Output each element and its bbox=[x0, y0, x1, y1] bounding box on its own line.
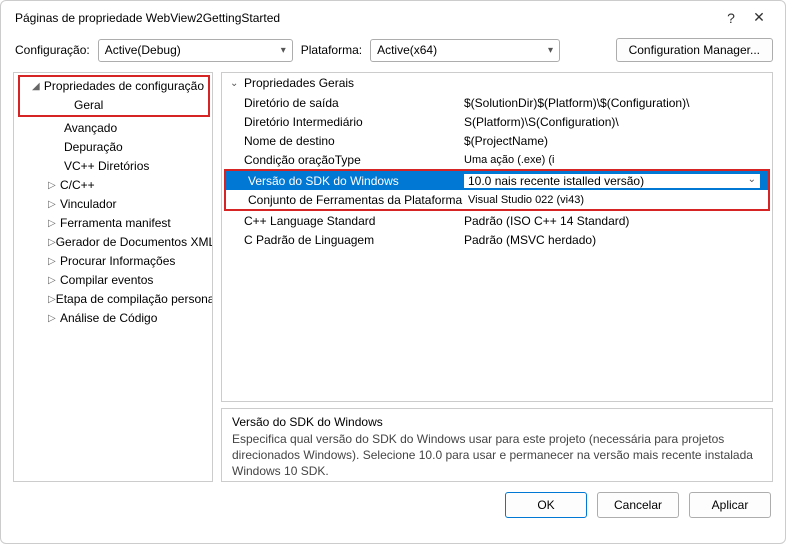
prop-row-sdkversion[interactable]: Versão do SDK do Windows 10.0 nais recen… bbox=[226, 171, 768, 190]
chevron-down-icon: ▾ bbox=[548, 45, 553, 56]
description-title: Versão do SDK do Windows bbox=[232, 415, 762, 429]
expand-icon[interactable]: ▷ bbox=[48, 196, 60, 213]
tree-item-linker[interactable]: ▷Vinculador bbox=[14, 195, 212, 214]
expand-icon[interactable]: ▷ bbox=[48, 310, 60, 327]
tree-item-codeanalysis[interactable]: ▷Análise de Código bbox=[14, 309, 212, 328]
tree-item-vcdirs[interactable]: VC++ Diretórios bbox=[14, 157, 212, 176]
dialog-footer: OK Cancelar Aplicar bbox=[1, 482, 785, 530]
config-combo-value: Active(Debug) bbox=[105, 43, 181, 57]
collapse-icon[interactable]: ◢ bbox=[32, 78, 44, 95]
tree-item-avancado[interactable]: Avançado bbox=[14, 119, 212, 138]
cancel-button[interactable]: Cancelar bbox=[597, 492, 679, 518]
group-header[interactable]: ⌄ Propriedades Gerais bbox=[222, 73, 772, 93]
prop-row-targetname[interactable]: Nome de destino $(ProjectName) bbox=[222, 131, 772, 150]
tree-item-geral[interactable]: Geral bbox=[24, 96, 208, 115]
configuration-manager-button[interactable]: Configuration Manager... bbox=[616, 38, 773, 62]
tree-item-cpp[interactable]: ▷C/C++ bbox=[14, 176, 212, 195]
expand-icon[interactable]: ▷ bbox=[48, 234, 56, 251]
expand-icon[interactable]: ▷ bbox=[48, 177, 60, 194]
prop-row-outdir[interactable]: Diretório de saída $(SolutionDir)$(Platf… bbox=[222, 93, 772, 112]
expand-icon[interactable]: ▷ bbox=[48, 272, 60, 289]
prop-row-cppstd[interactable]: C++ Language Standard Padrão (ISO C++ 14… bbox=[222, 211, 772, 230]
property-grid[interactable]: ⌄ Propriedades Gerais Diretório de saída… bbox=[221, 72, 773, 402]
description-panel: Versão do SDK do Windows Especifica qual… bbox=[221, 408, 773, 482]
close-icon[interactable]: ✕ bbox=[745, 9, 773, 26]
collapse-icon[interactable]: ⌄ bbox=[230, 78, 244, 89]
prop-row-cstd[interactable]: C Padrão de Linguagem Padrão (MSVC herda… bbox=[222, 230, 772, 249]
platform-combo-value: Active(x64) bbox=[377, 43, 437, 57]
prop-row-toolset[interactable]: Conjunto de Ferramentas da Plataforma Vi… bbox=[226, 190, 768, 209]
tree-item-depuracao[interactable]: Depuração bbox=[14, 138, 212, 157]
tree-item-xmldoc[interactable]: ▷Gerador de Documentos XML bbox=[14, 233, 212, 252]
chevron-down-icon[interactable]: ⌄ bbox=[748, 174, 756, 185]
chevron-down-icon: ▾ bbox=[281, 45, 286, 56]
ok-button[interactable]: OK bbox=[505, 492, 587, 518]
tree-item-buildevents[interactable]: ▷Compilar eventos bbox=[14, 271, 212, 290]
window-title: Páginas de propriedade WebView2GettingSt… bbox=[15, 11, 717, 25]
description-body: Especifica qual versão do SDK do Windows… bbox=[232, 431, 762, 480]
config-combo[interactable]: Active(Debug) ▾ bbox=[98, 39, 293, 62]
tree-item-custombuild[interactable]: ▷Etapa de compilação personalizada bbox=[14, 290, 212, 309]
platform-label: Plataforma: bbox=[301, 43, 362, 57]
expand-icon[interactable]: ▷ bbox=[48, 291, 56, 308]
prop-row-configtype[interactable]: Condição oraçãoType Uma ação (.exe) (i bbox=[222, 150, 772, 169]
expand-icon[interactable]: ▷ bbox=[48, 215, 60, 232]
expand-icon[interactable]: ▷ bbox=[48, 253, 60, 270]
tree-item-browseinfo[interactable]: ▷Procurar Informações bbox=[14, 252, 212, 271]
help-icon[interactable]: ? bbox=[717, 10, 745, 26]
titlebar: Páginas de propriedade WebView2GettingSt… bbox=[1, 1, 785, 32]
tree-root[interactable]: ◢ Propriedades de configuração bbox=[24, 77, 208, 96]
platform-combo[interactable]: Active(x64) ▾ bbox=[370, 39, 560, 62]
prop-row-intdir[interactable]: Diretório Intermediário S(Platform)\S(Co… bbox=[222, 112, 772, 131]
property-tree[interactable]: ◢ Propriedades de configuração Geral Ava… bbox=[13, 72, 213, 482]
config-label: Configuração: bbox=[15, 43, 90, 57]
apply-button[interactable]: Aplicar bbox=[689, 492, 771, 518]
config-row: Configuração: Active(Debug) ▾ Plataforma… bbox=[1, 32, 785, 72]
tree-item-manifest[interactable]: ▷Ferramenta manifest bbox=[14, 214, 212, 233]
